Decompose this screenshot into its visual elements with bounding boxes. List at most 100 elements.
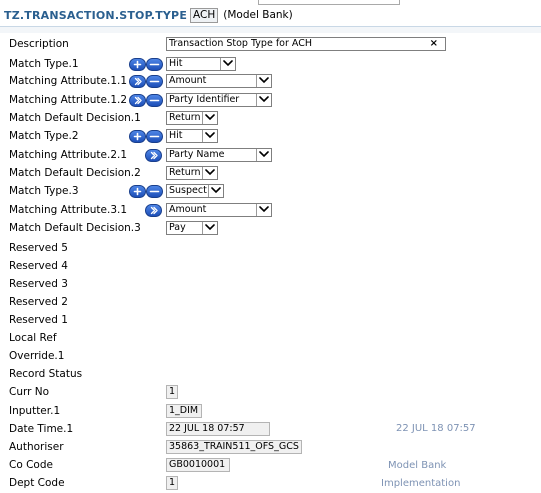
field-row-reserved-5: Reserved 5: [0, 240, 541, 258]
field-row-co-code: Co Code GB0010001 Model Bank: [0, 457, 541, 475]
matching-attribute-1-1-select[interactable]: Amount: [166, 74, 272, 88]
chevron-right-icon[interactable]: [129, 75, 146, 88]
field-row-matching-attribute-3-1: Matching Attribute.3.1 Amount: [0, 202, 541, 220]
field-row-reserved-1: Reserved 1: [0, 312, 541, 330]
field-row-reserved-2: Reserved 2: [0, 294, 541, 312]
match-type-3-select[interactable]: Suspect: [166, 184, 224, 198]
field-row-inputter-1: Inputter.1 1_DIM: [0, 403, 541, 421]
record-header: TZ.TRANSACTION.STOP.TYPE ACH (Model Bank…: [4, 7, 293, 23]
chevron-down-icon[interactable]: [256, 149, 271, 161]
header-band: [0, 27, 541, 33]
field-label: Inputter.1: [9, 405, 61, 417]
field-label: Reserved 2: [9, 296, 68, 308]
select-value: Return: [169, 167, 201, 178]
dept-code-enrichment: Implementation: [381, 478, 461, 489]
field-label: Match Type.1: [9, 58, 79, 70]
chevron-down-icon[interactable]: [256, 94, 271, 106]
select-value: Pay: [169, 222, 186, 233]
description-value: Transaction Stop Type for ACH: [169, 38, 313, 49]
chevron-down-icon[interactable]: [208, 185, 223, 197]
field-row-reserved-3: Reserved 3: [0, 276, 541, 294]
chevron-down-icon[interactable]: [202, 130, 217, 142]
match-default-decision-1-select[interactable]: Return: [166, 111, 218, 125]
match-type-2-select[interactable]: Hit: [166, 129, 218, 143]
select-value: Return: [169, 112, 201, 123]
field-label: Match Default Decision.1: [9, 112, 141, 124]
chevron-down-icon[interactable]: [202, 167, 217, 179]
select-value: Amount: [169, 204, 207, 215]
field-row-match-type-3: Match Type.3 Suspect: [0, 183, 541, 201]
matching-attribute-3-1-select[interactable]: Amount: [166, 203, 272, 217]
plus-icon[interactable]: [129, 130, 146, 143]
minus-icon[interactable]: [146, 130, 163, 143]
field-label: Matching Attribute.3.1: [9, 204, 128, 216]
chevron-right-icon[interactable]: [129, 94, 146, 107]
field-row-match-type-1: Match Type.1 Hit: [0, 56, 541, 74]
co-code-enrichment: Model Bank: [388, 460, 447, 471]
match-default-decision-3-select[interactable]: Pay: [166, 221, 218, 235]
date-time-1-enrichment: 22 JUL 18 07:57: [396, 423, 476, 434]
field-label: Local Ref: [9, 332, 57, 344]
select-value: Suspect: [169, 185, 207, 196]
field-row-match-default-decision-3: Match Default Decision.3 Pay: [0, 220, 541, 238]
select-value: Party Identifier: [169, 94, 240, 105]
chevron-down-icon[interactable]: [202, 112, 217, 124]
field-row-match-type-2: Match Type.2 Hit: [0, 128, 541, 146]
field-label: Match Default Decision.3: [9, 222, 141, 234]
application-name: TZ.TRANSACTION.STOP.TYPE: [4, 8, 188, 22]
field-label: Record Status: [9, 368, 83, 380]
plus-icon[interactable]: [129, 185, 146, 198]
minus-icon[interactable]: [146, 185, 163, 198]
match-default-decision-2-select[interactable]: Return: [166, 166, 218, 180]
curr-no-value: 1: [166, 385, 179, 399]
field-label: Matching Attribute.2.1: [9, 149, 128, 161]
company-name: (Model Bank): [223, 9, 293, 21]
chevron-right-icon[interactable]: [145, 204, 162, 217]
field-label: Reserved 3: [9, 278, 68, 290]
field-row-match-default-decision-1: Match Default Decision.1 Return: [0, 110, 541, 128]
field-row-record-status: Record Status: [0, 366, 541, 384]
field-label: Reserved 5: [9, 242, 68, 254]
field-row-local-ref: Local Ref: [0, 330, 541, 348]
chevron-down-icon[interactable]: [256, 75, 271, 87]
record-id[interactable]: ACH: [190, 7, 219, 23]
chevron-down-icon[interactable]: [202, 222, 217, 234]
plus-icon[interactable]: [129, 58, 146, 71]
inputter-1-value: 1_DIM: [166, 404, 202, 418]
field-label: Description: [9, 38, 69, 50]
select-value: Hit: [169, 130, 183, 141]
matching-attribute-1-2-select[interactable]: Party Identifier: [166, 93, 272, 107]
chevron-down-icon[interactable]: [220, 58, 235, 70]
minus-icon[interactable]: [146, 75, 163, 88]
field-row-reserved-4: Reserved 4: [0, 258, 541, 276]
field-row-curr-no: Curr No 1: [0, 384, 541, 402]
chevron-down-icon[interactable]: [256, 204, 271, 216]
field-label: Match Default Decision.2: [9, 167, 141, 179]
field-row-authoriser: Authoriser 35863_TRAIN511_OFS_GCS: [0, 439, 541, 457]
dept-code-value: 1: [166, 476, 179, 490]
select-value: Party Name: [169, 149, 225, 160]
field-row-matching-attribute-1-2: Matching Attribute.1.2 Party Identifier: [0, 92, 541, 110]
field-row-matching-attribute-1-1: Matching Attribute.1.1 Amount: [0, 73, 541, 91]
field-label: Reserved 1: [9, 314, 68, 326]
field-row-description: Description Transaction Stop Type for ACH…: [0, 36, 541, 54]
minus-icon[interactable]: [146, 94, 163, 107]
field-row-matching-attribute-2-1: Matching Attribute.2.1 Party Name: [0, 147, 541, 165]
matching-attribute-2-1-select[interactable]: Party Name: [166, 148, 272, 162]
select-value: Amount: [169, 75, 207, 86]
command-line-input[interactable]: [258, 0, 400, 5]
field-row-date-time-1: Date Time.1 22 JUL 18 07:57 22 JUL 18 07:5…: [0, 421, 541, 439]
field-label: Reserved 4: [9, 260, 68, 272]
description-input[interactable]: Transaction Stop Type for ACH ×: [166, 37, 446, 51]
match-type-1-select[interactable]: Hit: [166, 57, 236, 71]
field-label: Co Code: [9, 459, 53, 471]
authoriser-value: 35863_TRAIN511_OFS_GCS: [166, 440, 302, 454]
clear-icon[interactable]: ×: [430, 38, 438, 50]
field-label: Curr No: [9, 386, 50, 398]
field-row-dept-code: Dept Code 1 Implementation: [0, 475, 541, 493]
chevron-right-icon[interactable]: [145, 149, 162, 162]
minus-icon[interactable]: [146, 58, 163, 71]
co-code-value: GB0010001: [166, 458, 230, 472]
field-label: Match Type.3: [9, 185, 79, 197]
field-label: Override.1: [9, 350, 65, 362]
